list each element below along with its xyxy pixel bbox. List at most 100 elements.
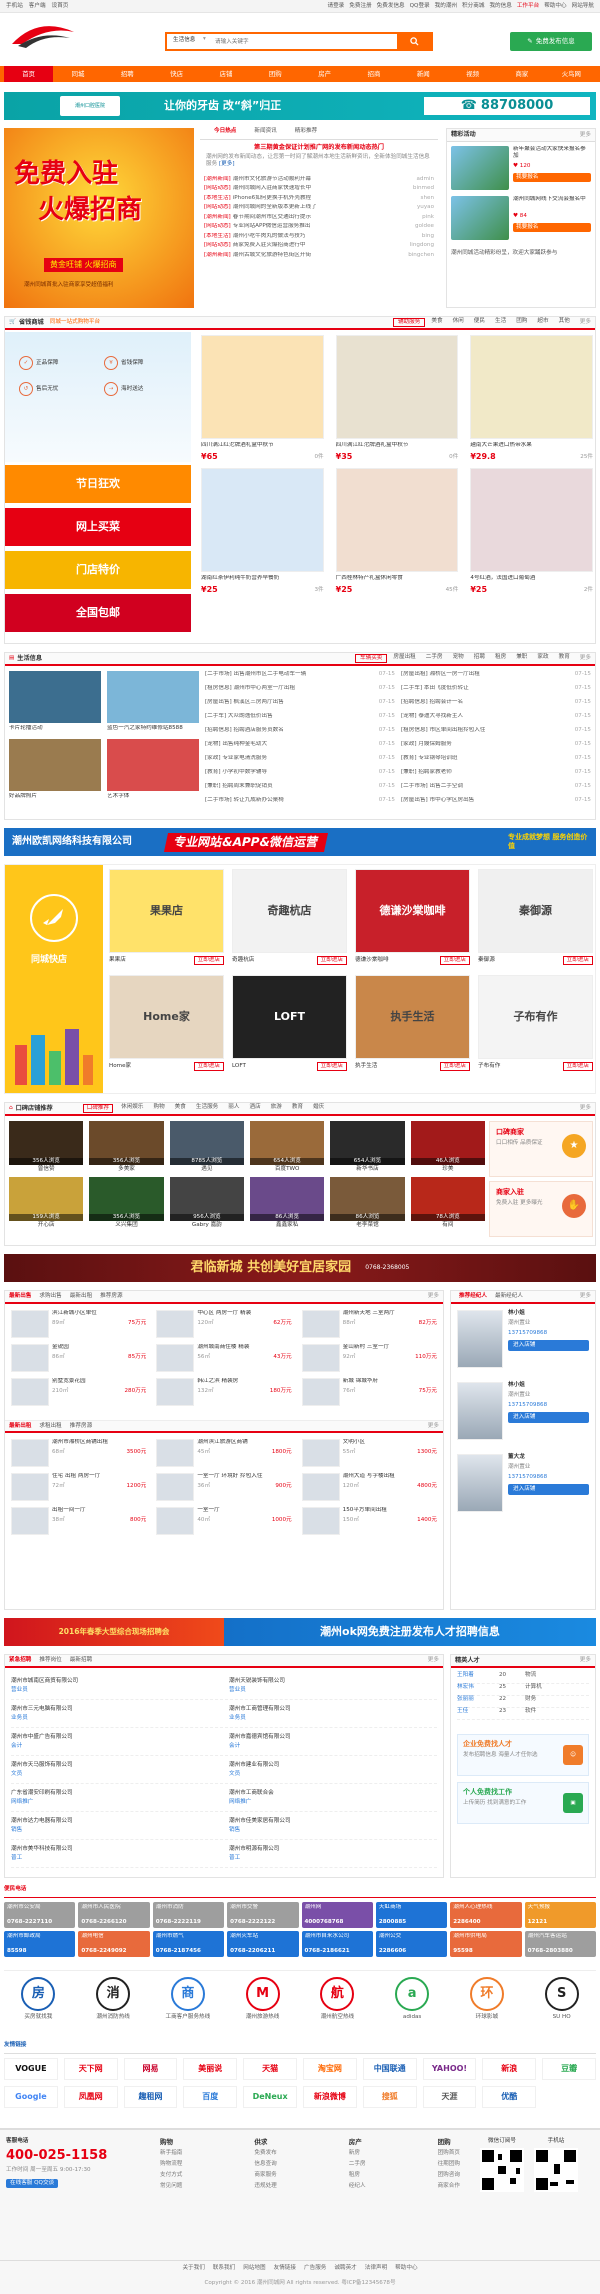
house-item[interactable]: 住宅 出租 两房一厅 72 ㎡ 1200元 xyxy=(11,1473,146,1503)
friend-link[interactable]: 中国联通 xyxy=(362,2058,417,2080)
signup-button[interactable]: 我要报名 xyxy=(513,172,591,182)
tab-house-0[interactable]: 最新出租 xyxy=(9,1423,31,1430)
tab-life-7[interactable]: 家政 xyxy=(533,654,552,663)
footer-link[interactable]: 购物流程 xyxy=(160,2161,182,2168)
product-name[interactable]: 广西桂林特产礼盒休闲零食 xyxy=(336,575,459,583)
house-item[interactable]: 滨江新城小区单位 89 ㎡ 75万元 xyxy=(11,1310,146,1340)
product-name[interactable]: 四川满江红沱牌酒礼盒中秋节 xyxy=(336,442,459,450)
talent-row[interactable]: 张丽丽 22 财务 xyxy=(457,1696,589,1708)
nav-item-3[interactable]: 快店 xyxy=(152,66,201,82)
store-name[interactable]: 曾信赞 xyxy=(9,1166,83,1173)
news-text[interactable]: 潮州市文化旅游节活动顺利开幕 xyxy=(233,176,311,186)
shop-card[interactable]: 德谦沙棠咖啡 德谦沙棠咖啡 立即进店 xyxy=(355,869,470,965)
login-link[interactable]: 请登录 xyxy=(327,3,344,10)
tab-store-7[interactable]: 旅游 xyxy=(269,1104,284,1113)
store-name[interactable]: 鑫鑫家私 xyxy=(250,1222,324,1229)
house-item[interactable]: 150平方单间出租 150 ㎡ 1400元 xyxy=(301,1507,437,1537)
tab-life-0[interactable]: 车辆买卖 xyxy=(355,654,388,663)
footer-bottom-link[interactable]: 友情链接 xyxy=(274,2265,296,2272)
footer-link[interactable]: 新房 xyxy=(349,2150,366,2157)
house-name[interactable]: 潮州市湘桥区商铺出租 xyxy=(52,1439,146,1446)
nav-item-9[interactable]: 视频 xyxy=(448,66,497,82)
talent-name[interactable]: 张丽丽 xyxy=(457,1696,493,1707)
house-item[interactable]: 金锐园 86 ㎡ 85万元 xyxy=(11,1344,146,1374)
more-link[interactable]: 更多 xyxy=(580,1105,591,1112)
job-item[interactable]: 潮州市建业有限公司 文员 xyxy=(229,1762,437,1778)
news-item[interactable]: [本地生活] iPhone6如何更换手机外壳教程 shen xyxy=(204,195,434,205)
more-link[interactable]: [更多] xyxy=(219,161,235,167)
footer-link[interactable]: 团购咨询 xyxy=(438,2172,460,2179)
job-company[interactable]: 潮州市佳美家居有限公司 xyxy=(229,1818,437,1825)
tab-store-0[interactable]: 口碑推荐 xyxy=(82,1104,114,1113)
post-link[interactable]: 免费发信息 xyxy=(377,3,405,10)
nav-item-4[interactable]: 店铺 xyxy=(201,66,250,82)
job-company[interactable]: 广东省潮安印刷有限公司 xyxy=(11,1790,219,1797)
phone-tile[interactable]: 潮州市人民医院 0768-2266120 xyxy=(78,1902,150,1928)
house-item[interactable]: 潮州新天地 三室两厅 88 ㎡ 82万元 xyxy=(301,1310,437,1340)
life-list-item[interactable]: [招聘信息] 招聘会计一名 07-15 xyxy=(401,699,591,713)
hero-banner[interactable]: 免费入驻 火爆招商 黄金旺铺 火爆招商 潮州同城首批入驻商家享受超值福利 xyxy=(4,128,194,308)
store-name[interactable]: 义兴集团 xyxy=(89,1222,163,1229)
talent-row[interactable]: 王阳着 20 物流 xyxy=(457,1672,589,1684)
phone-tile[interactable]: 潮州市供电局 95598 xyxy=(450,1931,522,1957)
site-logo[interactable] xyxy=(8,22,78,52)
job-item[interactable]: 潮州市天马服饰有限公司 文员 xyxy=(11,1762,219,1778)
store-name[interactable]: 新华书店 xyxy=(330,1166,404,1173)
life-list-item[interactable]: [房屋出售] 市中心学区房出售 07-15 xyxy=(401,797,591,811)
life-photo[interactable]: 好品牌照片 xyxy=(9,739,101,801)
house-name[interactable]: 潮州新天地 三室两厅 xyxy=(343,1310,437,1317)
friend-link[interactable]: DeNeux xyxy=(243,2086,297,2108)
house-name[interactable]: 别墅宽景花园 xyxy=(52,1378,146,1385)
news-text[interactable]: 潮州小吃牛肉丸的做法与技巧 xyxy=(233,233,306,243)
life-item-text[interactable]: [宠物] 泰迪犬寻找新主人 xyxy=(401,713,463,727)
store-card[interactable]: 356人浏览 义兴集团 xyxy=(89,1176,164,1229)
more-link[interactable]: 更多 xyxy=(428,1293,439,1300)
footer-link[interactable]: 违规处理 xyxy=(254,2183,276,2190)
job-item[interactable]: 潮州市达力电器有限公司 销售 xyxy=(11,1818,219,1834)
life-list-item[interactable]: [房屋出租] 湘桥区一房一厅出租 07-15 xyxy=(401,671,591,685)
house-item[interactable]: 文明小区 55 ㎡ 1300元 xyxy=(301,1439,437,1469)
house-item[interactable]: 潮州市湘桥区商铺出租 68 ㎡ 3500元 xyxy=(11,1439,146,1469)
promo-banner[interactable]: 全国包邮 xyxy=(5,594,191,632)
product-card[interactable]: 湖南红茶伊利纯牛奶营养早餐奶 ¥25 3件 xyxy=(201,468,324,595)
tab-agents-recommend[interactable]: 推荐经纪人 xyxy=(455,1293,491,1300)
news-text[interactable]: 潮州同城网的全新版本更新上线了 xyxy=(233,204,317,214)
news-text[interactable]: 春节期间潮州市区交通出行提示 xyxy=(233,214,311,224)
work-platform-link[interactable]: 工作平台 xyxy=(517,3,539,10)
life-item-text[interactable]: [房屋出租] 湘桥区一房一厅出租 xyxy=(401,671,480,685)
job-company[interactable]: 潮州天锐装饰有限公司 xyxy=(229,1678,437,1685)
life-item-text[interactable]: [房屋出售] 市中心学区房出售 xyxy=(401,797,474,811)
life-list-item[interactable]: [家政] 专业家电清洗服务 07-15 xyxy=(205,755,395,769)
brand-logo[interactable]: 商工商客户服务热线 xyxy=(154,1977,223,2021)
tab-house-0[interactable]: 最新出售 xyxy=(9,1293,31,1300)
tab-store-9[interactable]: 婚庆 xyxy=(311,1104,326,1113)
tab-mall-7[interactable]: 其他 xyxy=(555,318,574,327)
brand-logo[interactable]: 航潮州航空热线 xyxy=(303,1977,372,2021)
footer-bottom-link[interactable]: 广告服务 xyxy=(304,2265,326,2272)
search-button[interactable] xyxy=(397,34,431,49)
tab-store-6[interactable]: 酒店 xyxy=(247,1104,262,1113)
life-item-text[interactable]: [二手市场] 转让九成新办公桌椅 xyxy=(205,797,284,811)
more-link[interactable]: 更多 xyxy=(580,319,591,326)
tab-store-8[interactable]: 教育 xyxy=(290,1104,305,1113)
tab-mall-2[interactable]: 休闲 xyxy=(449,318,468,327)
phone-tile[interactable]: 潮州市公安局 0768-2227110 xyxy=(4,1902,76,1928)
agent-card[interactable]: 董大龙 潮州置业 13715709868 进入店铺 xyxy=(457,1454,589,1512)
promo-banner[interactable]: 节日狂欢 xyxy=(5,465,191,503)
enter-shop-button[interactable]: 立即进店 xyxy=(562,1061,593,1071)
footer-link[interactable]: 商家合作 xyxy=(438,2183,460,2190)
life-item-text[interactable]: [兼职] 招聘家教老师 xyxy=(401,769,452,783)
more-link[interactable]: 更多 xyxy=(580,1657,591,1664)
news-item[interactable]: [潮州新闻] 潮州市文化旅游节活动顺利开幕 admin xyxy=(204,176,434,186)
tab-agents-new[interactable]: 最新经纪人 xyxy=(491,1293,527,1300)
activity-title[interactable]: 潮州同城网线下交流会报名中 xyxy=(513,196,591,210)
news-headline[interactable]: 第三期黄金保证计划推广网的发布新闻动态热门 xyxy=(200,144,438,152)
house-item[interactable]: 中心区 两房一厅 精装 120 ㎡ 62万元 xyxy=(156,1310,292,1340)
more-link[interactable]: 更多 xyxy=(580,1293,591,1300)
news-text[interactable]: 商家免费入驻火爆招商进行中 xyxy=(233,242,306,252)
phone-tile[interactable]: 潮州市自来水公司 0768-2186621 xyxy=(301,1931,373,1957)
tab-life-2[interactable]: 二手房 xyxy=(422,654,447,663)
footer-bottom-link[interactable]: 网站地图 xyxy=(243,2265,265,2272)
more-link[interactable]: 更多 xyxy=(428,1657,439,1664)
life-list-item[interactable]: [二手车] 大众朗逸低价出售 07-15 xyxy=(205,713,395,727)
